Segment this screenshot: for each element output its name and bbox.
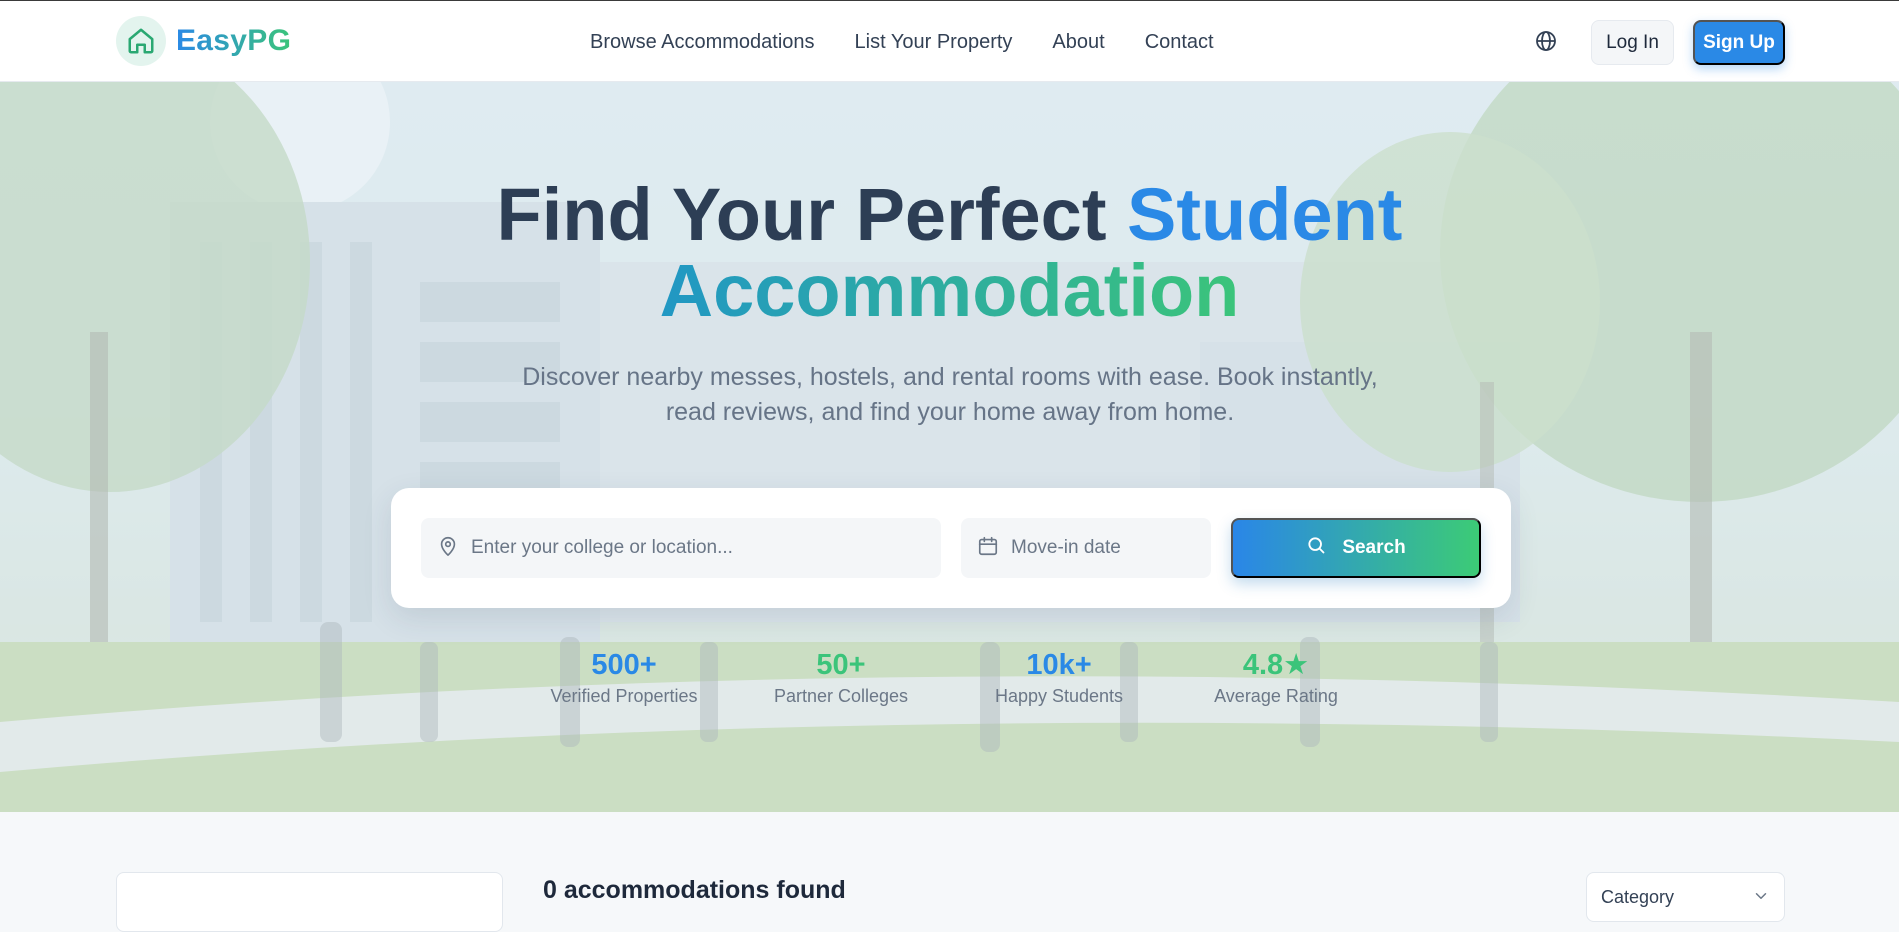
category-select[interactable]: Category [1586, 872, 1785, 922]
search-card: Enter your college or location... Move-i… [391, 488, 1511, 608]
hero-title-part3: Accommodation [659, 249, 1240, 332]
signup-button[interactable]: Sign Up [1693, 20, 1785, 65]
stat-value: 10k+ [1026, 649, 1092, 681]
nav-about[interactable]: About [1052, 31, 1104, 54]
category-select-label: Category [1601, 886, 1675, 907]
stat-partner-colleges: 50+ Partner Colleges [741, 648, 941, 707]
date-placeholder: Move-in date [1011, 537, 1121, 558]
hero-title-part1: Find Your Perfect [496, 173, 1128, 256]
calendar-icon [977, 534, 999, 563]
login-button[interactable]: Log In [1591, 20, 1674, 65]
location-input[interactable]: Enter your college or location... [421, 518, 941, 578]
move-in-date-input[interactable]: Move-in date [961, 518, 1211, 578]
nav-browse-accommodations[interactable]: Browse Accommodations [590, 31, 815, 54]
nav-list-your-property[interactable]: List Your Property [855, 31, 1013, 54]
results-section: 0 accommodations found Category [0, 812, 1899, 932]
stat-label: Partner Colleges [773, 686, 909, 706]
top-navbar: EasyPG Browse Accommodations List Your P… [0, 0, 1899, 82]
results-count: 0 accommodations found [543, 876, 846, 904]
hero-subtitle: Discover nearby messes, hostels, and ren… [522, 363, 1378, 426]
search-button-label: Search [1342, 537, 1406, 558]
stat-label: Average Rating [1214, 686, 1338, 706]
brand-logo[interactable]: EasyPG [116, 16, 291, 66]
stat-value: 4.8★ [1242, 649, 1310, 681]
search-button[interactable]: Search [1231, 518, 1481, 578]
main-nav: Browse Accommodations List Your Property… [590, 1, 1254, 83]
hero-section: Find Your Perfect Student Accommodation … [0, 82, 1899, 812]
stat-verified-properties: 500+ Verified Properties [524, 648, 724, 707]
stat-value: 500+ [591, 649, 657, 681]
chevron-down-icon [1752, 887, 1770, 910]
stat-value: 50+ [816, 649, 866, 681]
map-pin-icon [437, 534, 459, 563]
brand-name: EasyPG [176, 24, 292, 57]
stat-average-rating: 4.8★ Average Rating [1176, 648, 1376, 707]
hero-title: Find Your Perfect Student Accommodation [0, 177, 1899, 329]
filter-panel [116, 872, 503, 932]
stat-label: Verified Properties [550, 686, 698, 706]
search-icon [1306, 535, 1326, 561]
stat-happy-students: 10k+ Happy Students [959, 648, 1159, 707]
stat-label: Happy Students [994, 686, 1124, 706]
stats-row: 500+ Verified Properties 50+ Partner Col… [0, 648, 1899, 718]
nav-contact[interactable]: Contact [1145, 31, 1214, 54]
home-icon [116, 16, 166, 66]
location-placeholder: Enter your college or location... [471, 537, 733, 558]
globe-icon[interactable] [1534, 29, 1558, 53]
hero-title-part2: Student [1127, 173, 1403, 256]
